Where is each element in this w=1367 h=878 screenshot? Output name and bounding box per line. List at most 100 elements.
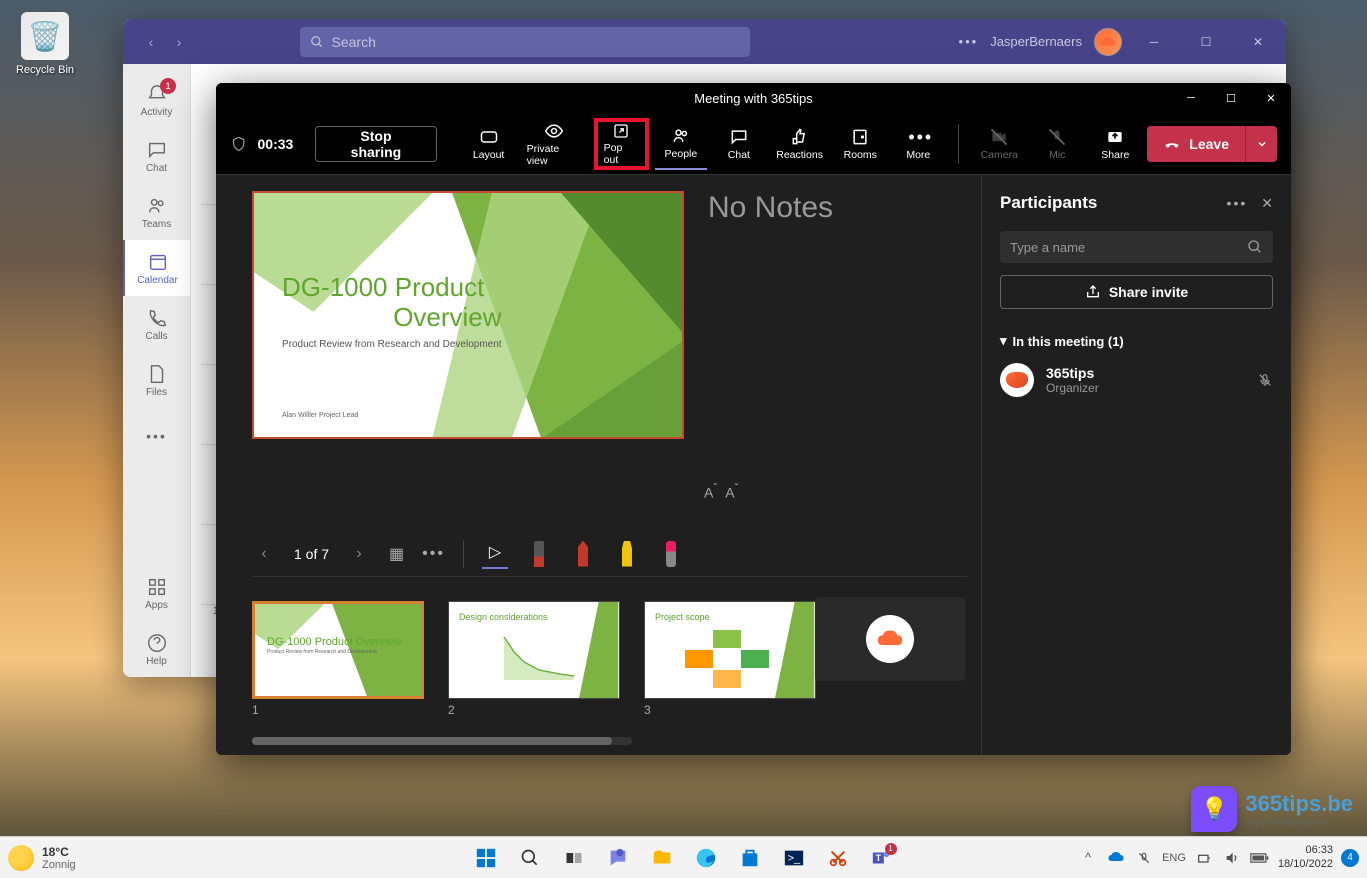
thumb-num-1: 1	[252, 703, 424, 717]
participant-row[interactable]: 365tips Organizer	[1000, 363, 1273, 397]
rooms-button[interactable]: Rooms	[834, 118, 886, 170]
share-button[interactable]: Share	[1089, 118, 1141, 170]
slide-more-button[interactable]: •••	[422, 545, 445, 563]
mic-button[interactable]: Mic	[1031, 118, 1083, 170]
snip-button[interactable]	[819, 839, 857, 877]
edge-icon	[695, 847, 717, 869]
weather-label: Zonnig	[42, 859, 76, 871]
search-icon	[310, 35, 324, 49]
store-button[interactable]	[731, 839, 769, 877]
onedrive-icon[interactable]	[1106, 848, 1126, 868]
participant-search-input[interactable]: Type a name	[1000, 231, 1273, 263]
reactions-button[interactable]: Reactions	[771, 118, 828, 170]
private-view-button[interactable]: Private view	[521, 118, 588, 170]
rail-activity[interactable]: 1 Activity	[123, 72, 190, 128]
close-button[interactable]: ✕	[1238, 27, 1278, 57]
chat-app-button[interactable]	[599, 839, 637, 877]
shield-icon[interactable]	[230, 135, 248, 153]
layout-button[interactable]: Layout	[463, 118, 515, 170]
chat-button[interactable]: Chat	[713, 118, 765, 170]
user-avatar[interactable]	[1094, 28, 1122, 56]
volume-icon[interactable]	[1222, 848, 1242, 868]
no-notes-label: No Notes	[708, 191, 833, 439]
minimize-button[interactable]: ─	[1134, 27, 1174, 57]
slide-counter: 1 of 7	[294, 546, 329, 562]
pen-red2-tool[interactable]	[570, 539, 596, 569]
battery-icon[interactable]	[1250, 848, 1270, 868]
network-icon[interactable]	[1194, 848, 1214, 868]
prev-slide-button[interactable]: ‹	[252, 545, 276, 563]
mic-muted-icon[interactable]	[1257, 372, 1273, 388]
rail-teams[interactable]: Teams	[123, 184, 190, 240]
edge-button[interactable]	[687, 839, 725, 877]
font-decrease-button[interactable]: Aˇ	[725, 482, 738, 501]
start-button[interactable]	[467, 839, 505, 877]
meeting-minimize-button[interactable]: ─	[1171, 83, 1211, 113]
participants-more-button[interactable]: •••	[1227, 195, 1248, 212]
section-in-meeting[interactable]: ▾ In this meeting (1)	[1000, 333, 1273, 349]
thumbnail-2[interactable]: Design considerations	[448, 601, 620, 699]
watermark: 💡 365tips.be https://365tips.be/en	[1191, 786, 1353, 832]
chat-app-icon	[607, 847, 629, 869]
chevron-down-icon: ▾	[1000, 333, 1007, 349]
recycle-bin-label: Recycle Bin	[10, 64, 80, 76]
thumbnail-scrollbar[interactable]	[252, 737, 632, 745]
rail-files[interactable]: Files	[123, 352, 190, 408]
more-button-toolbar[interactable]: ••• More	[892, 118, 944, 170]
rooms-icon	[850, 127, 870, 147]
participants-panel: Participants ••• ✕ Type a name Share inv…	[981, 175, 1291, 755]
weather-widget[interactable]: 18°C Zonnig	[8, 845, 76, 871]
tray-chevron-icon[interactable]: ^	[1078, 848, 1098, 868]
thumbnail-3[interactable]: Project scope	[644, 601, 816, 699]
rail-more[interactable]: •••	[123, 408, 190, 464]
rail-apps[interactable]: Apps	[123, 565, 190, 621]
more-button[interactable]: •••	[959, 34, 979, 49]
leave-dropdown-button[interactable]	[1245, 126, 1277, 162]
next-slide-button[interactable]: ›	[347, 545, 371, 563]
notification-badge[interactable]: 4	[1341, 849, 1359, 867]
clock[interactable]: 06:33 18/10/2022	[1278, 844, 1333, 870]
font-increase-button[interactable]: Aˆ	[704, 482, 717, 501]
recycle-bin[interactable]: 🗑️ Recycle Bin	[10, 12, 80, 76]
eraser-tool[interactable]	[658, 539, 684, 569]
leave-button[interactable]: Leave	[1147, 126, 1245, 162]
people-button[interactable]: People	[655, 118, 707, 170]
stop-sharing-button[interactable]: Stop sharing	[315, 126, 436, 162]
meeting-titlebar: Meeting with 365tips ─ ☐ ✕	[216, 83, 1291, 113]
divider	[958, 124, 959, 164]
main-slide[interactable]: DG-1000 Product Overview Product Review …	[252, 191, 684, 439]
rail-chat[interactable]: Chat	[123, 128, 190, 184]
thumbnail-1[interactable]: DG-1000 Product Overview Product Review …	[252, 601, 424, 699]
highlighter-tool[interactable]	[614, 539, 640, 569]
taskbar-search-button[interactable]	[511, 839, 549, 877]
rail-help[interactable]: Help	[123, 621, 190, 677]
language-indicator[interactable]: ENG	[1162, 848, 1186, 868]
tray-mic-icon[interactable]	[1134, 848, 1154, 868]
meeting-close-button[interactable]: ✕	[1251, 83, 1291, 113]
taskbar: 18°C Zonnig >_ T1 ^ ENG 06:33 18/10/2022…	[0, 836, 1367, 878]
layout-icon	[479, 127, 499, 147]
search-input[interactable]: Search	[300, 27, 750, 57]
left-rail: 1 Activity Chat Teams Calendar Calls	[123, 64, 191, 677]
camera-button[interactable]: Camera	[973, 118, 1025, 170]
participants-close-button[interactable]: ✕	[1261, 195, 1273, 212]
avatar-cloud-icon	[1099, 35, 1117, 49]
pop-out-button[interactable]: Pop out	[594, 118, 649, 170]
pen-red-tool[interactable]	[526, 539, 552, 569]
grid-view-button[interactable]: ▦	[389, 544, 404, 564]
rail-calls[interactable]: Calls	[123, 296, 190, 352]
share-invite-button[interactable]: Share invite	[1000, 275, 1273, 309]
teams-app-button[interactable]: T1	[863, 839, 901, 877]
folder-icon	[651, 847, 673, 869]
pop-out-icon	[611, 122, 631, 140]
nav-forward-button[interactable]: ›	[167, 30, 191, 54]
rail-calendar[interactable]: Calendar	[123, 240, 190, 296]
meeting-maximize-button[interactable]: ☐	[1211, 83, 1251, 113]
maximize-button[interactable]: ☐	[1186, 27, 1226, 57]
nav-back-button[interactable]: ‹	[139, 30, 163, 54]
participant-video-pip[interactable]	[815, 597, 965, 681]
cursor-tool[interactable]: ▷	[482, 539, 508, 569]
terminal-button[interactable]: >_	[775, 839, 813, 877]
task-view-button[interactable]	[555, 839, 593, 877]
explorer-button[interactable]	[643, 839, 681, 877]
